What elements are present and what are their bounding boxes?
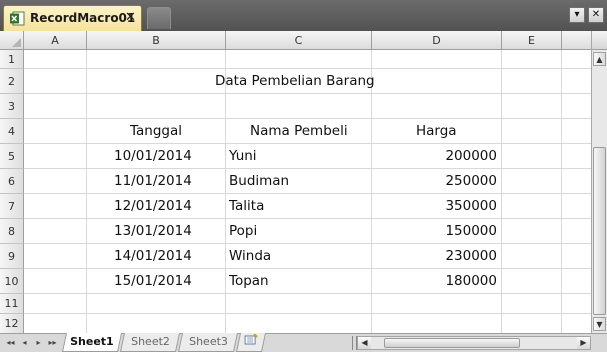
next-sheet-icon[interactable]: ▸ <box>32 337 45 349</box>
scroll-right-arrow-icon[interactable]: ▶ <box>577 337 590 349</box>
excel-file-icon <box>10 11 25 26</box>
grid-line <box>24 193 591 194</box>
select-all-corner[interactable] <box>0 31 24 50</box>
vertical-scrollbar[interactable]: ▲ ▼ <box>591 31 607 333</box>
insert-worksheet-icon <box>244 333 258 351</box>
cell-nama[interactable]: Topan <box>229 273 269 289</box>
scroll-up-arrow-icon[interactable]: ▲ <box>593 52 606 66</box>
new-tab-button[interactable] <box>147 7 171 29</box>
row-header-2[interactable]: 2 <box>0 69 24 94</box>
document-tab-bar: RecordMacro01 ✕ ▾ ✕ <box>0 0 607 31</box>
row-header-12[interactable]: 12 <box>0 314 24 333</box>
grid-line <box>24 93 591 94</box>
row-header-4[interactable]: 4 <box>0 119 24 144</box>
horizontal-scroll-thumb[interactable] <box>384 338 520 348</box>
cell-tanggal[interactable]: 11/01/2014 <box>114 173 192 189</box>
row-header-9[interactable]: 9 <box>0 244 24 269</box>
previous-sheet-icon[interactable]: ◂ <box>18 337 31 349</box>
column-header-d[interactable]: D <box>372 31 502 50</box>
column-header-a[interactable]: A <box>24 31 87 50</box>
cell-harga[interactable]: 180000 <box>445 273 497 289</box>
grid-line <box>24 118 591 119</box>
cell-tanggal[interactable]: 15/01/2014 <box>114 273 192 289</box>
column-header-f-partial[interactable] <box>562 31 591 50</box>
cell-tanggal[interactable]: 14/01/2014 <box>114 248 192 264</box>
first-sheet-icon[interactable]: ◂◂ <box>4 337 17 349</box>
row-header-3[interactable]: 3 <box>0 94 24 119</box>
sheet-tab-label: Sheet3 <box>188 335 228 348</box>
row-header-10[interactable]: 10 <box>0 269 24 294</box>
grid-line <box>24 268 591 269</box>
vertical-scroll-thumb[interactable] <box>593 147 606 315</box>
cell-tanggal[interactable]: 13/01/2014 <box>114 223 192 239</box>
grid-line <box>24 218 591 219</box>
window-close-button[interactable]: ✕ <box>588 7 604 23</box>
cell-harga[interactable]: 150000 <box>445 223 497 239</box>
cell-tanggal[interactable]: 12/01/2014 <box>114 198 192 214</box>
grid-line <box>24 143 591 144</box>
last-sheet-icon[interactable]: ▸▸ <box>46 337 59 349</box>
document-title: RecordMacro01 <box>30 11 136 25</box>
row-header-8[interactable]: 8 <box>0 219 24 244</box>
document-tab-recordmacro01[interactable]: RecordMacro01 ✕ <box>3 5 142 31</box>
sheet-tab-sheet2[interactable]: Sheet2 <box>119 333 181 352</box>
sheet-tab-label: Sheet1 <box>70 335 114 348</box>
spreadsheet-grid[interactable]: A B C D E 1 2 3 4 5 6 7 8 9 10 11 12 Dat… <box>0 31 591 333</box>
cell-nama[interactable]: Talita <box>229 198 264 214</box>
split-box[interactable] <box>592 31 607 50</box>
row-header-1[interactable]: 1 <box>0 50 24 69</box>
cell-harga[interactable]: 250000 <box>445 173 497 189</box>
row-header-6[interactable]: 6 <box>0 169 24 194</box>
sheet-tab-label: Sheet2 <box>130 335 170 348</box>
row-header-11[interactable]: 11 <box>0 294 24 314</box>
cell-harga[interactable]: 230000 <box>445 248 497 264</box>
grid-line <box>24 293 591 294</box>
header-tanggal[interactable]: Tanggal <box>130 123 182 139</box>
column-header-e[interactable]: E <box>502 31 562 50</box>
sheet-tab-sheet3[interactable]: Sheet3 <box>177 333 239 352</box>
column-header-b[interactable]: B <box>87 31 226 50</box>
grid-line <box>24 243 591 244</box>
cell-harga[interactable]: 350000 <box>445 198 497 214</box>
window-menu-button[interactable]: ▾ <box>569 7 585 23</box>
header-nama-pembeli[interactable]: Nama Pembeli <box>250 123 348 139</box>
cell-nama[interactable]: Winda <box>229 248 271 264</box>
close-tab-icon[interactable]: ✕ <box>125 10 136 25</box>
horizontal-scrollbar[interactable]: ◀ ▶ <box>357 336 591 350</box>
scroll-down-arrow-icon[interactable]: ▼ <box>593 317 606 331</box>
insert-worksheet-tab[interactable] <box>235 333 267 352</box>
grid-line <box>24 313 591 314</box>
cell-harga[interactable]: 200000 <box>445 148 497 164</box>
sheet-tab-sheet1[interactable]: Sheet1 <box>61 333 123 352</box>
header-harga[interactable]: Harga <box>416 123 457 139</box>
grid-line <box>24 168 591 169</box>
row-header-7[interactable]: 7 <box>0 194 24 219</box>
sheet-tab-bar: ◂◂ ◂ ▸ ▸▸ Sheet1 Sheet2 Sheet3 ◀ ▶ <box>0 333 607 352</box>
column-header-c[interactable]: C <box>226 31 372 50</box>
scroll-left-arrow-icon[interactable]: ◀ <box>358 337 371 349</box>
cell-tanggal[interactable]: 10/01/2014 <box>114 148 192 164</box>
grid-line <box>24 68 591 69</box>
table-title-cell[interactable]: Data Pembelian Barang <box>215 73 375 89</box>
cell-nama[interactable]: Popi <box>229 223 257 239</box>
cell-nama[interactable]: Yuni <box>229 148 257 164</box>
row-header-5[interactable]: 5 <box>0 144 24 169</box>
cell-nama[interactable]: Budiman <box>229 173 289 189</box>
